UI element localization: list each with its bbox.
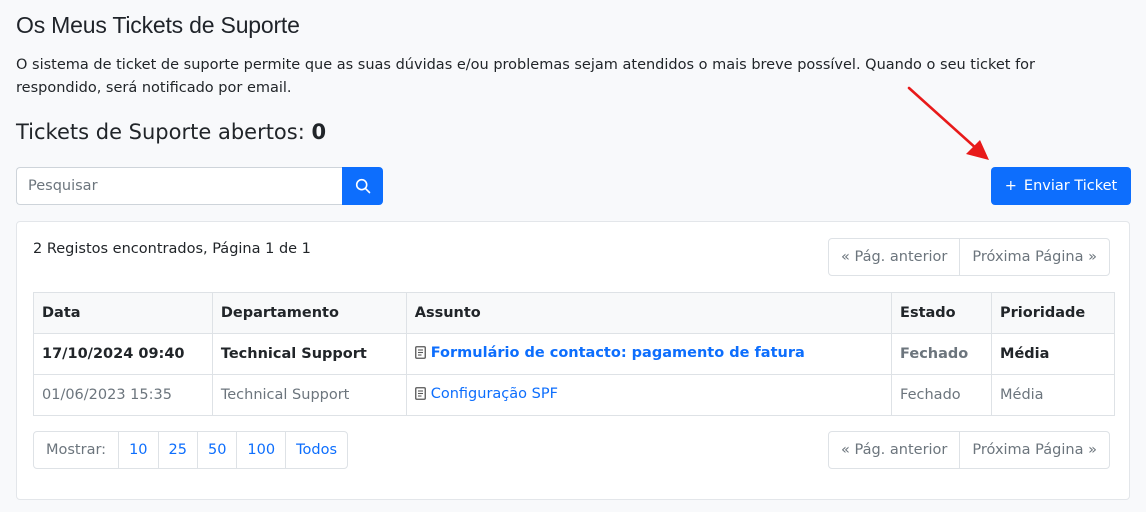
cell-priority: Média: [991, 374, 1115, 416]
header-priority[interactable]: Prioridade: [991, 292, 1115, 334]
next-page-button[interactable]: Próxima Página »: [959, 432, 1109, 468]
pagination-bottom: « Pág. anterior Próxima Página »: [828, 431, 1110, 469]
table-row[interactable]: 17/10/2024 09:40 Technical Support Formu…: [33, 333, 1115, 375]
header-date[interactable]: Data: [33, 292, 213, 334]
cell-status: Fechado: [891, 333, 993, 375]
table-header-row: Data Departamento Assunto Estado Priorid…: [33, 292, 1115, 334]
page-size-10[interactable]: 10: [118, 432, 157, 468]
cell-date: 01/06/2023 15:35: [33, 374, 213, 416]
cell-subject: Configuração SPF: [405, 374, 893, 416]
search-input[interactable]: [16, 167, 342, 205]
tickets-table: Data Departamento Assunto Estado Priorid…: [33, 292, 1115, 416]
ticket-link[interactable]: Formulário de contacto: pagamento de fat…: [414, 344, 805, 361]
page-size-25[interactable]: 25: [157, 432, 197, 468]
plus-icon: +: [1004, 178, 1017, 194]
ticket-subject: Formulário de contacto: pagamento de fat…: [430, 344, 805, 361]
header-department[interactable]: Departamento: [211, 292, 407, 334]
open-tickets-label: Tickets de Suporte abertos:: [16, 120, 305, 144]
page-size-all[interactable]: Todos: [285, 432, 347, 468]
send-ticket-label: Enviar Ticket: [1023, 178, 1118, 194]
search-button[interactable]: [342, 167, 383, 205]
page-size-label: Mostrar:: [46, 442, 107, 458]
page-title: Os Meus Tickets de Suporte: [16, 12, 300, 38]
records-summary: 2 Registos encontrados, Página 1 de 1: [33, 241, 311, 257]
cell-department: Technical Support: [211, 333, 407, 375]
cell-date: 17/10/2024 09:40: [33, 333, 213, 375]
send-ticket-button[interactable]: + Enviar Ticket: [991, 167, 1131, 205]
cell-department: Technical Support: [211, 374, 407, 416]
page-size-selector: Mostrar: 10 25 50 100 Todos: [33, 431, 349, 469]
red-arrow-annotation: [907, 86, 989, 160]
open-tickets-heading: Tickets de Suporte abertos: 0: [16, 120, 326, 144]
document-icon: [414, 346, 426, 360]
pagination-top: « Pág. anterior Próxima Página »: [828, 238, 1110, 276]
open-tickets-count: 0: [311, 120, 327, 144]
prev-page-button[interactable]: « Pág. anterior: [829, 432, 959, 468]
header-status[interactable]: Estado: [891, 292, 993, 334]
tickets-card: 2 Registos encontrados, Página 1 de 1 « …: [16, 221, 1130, 500]
ticket-subject: Configuração SPF: [430, 385, 558, 402]
ticket-link[interactable]: Configuração SPF: [414, 385, 558, 402]
next-page-button[interactable]: Próxima Página »: [959, 239, 1109, 275]
cell-subject: Formulário de contacto: pagamento de fat…: [405, 333, 893, 375]
cell-status: Fechado: [891, 374, 993, 416]
document-icon: [414, 387, 426, 401]
page-size-100[interactable]: 100: [236, 432, 285, 468]
header-subject[interactable]: Assunto: [405, 292, 893, 334]
table-row[interactable]: 01/06/2023 15:35 Technical Support Confi…: [33, 374, 1115, 416]
search-bar: [16, 167, 383, 205]
cell-priority: Média: [991, 333, 1115, 375]
page-size-50[interactable]: 50: [196, 432, 236, 468]
prev-page-button[interactable]: « Pág. anterior: [829, 239, 959, 275]
search-icon: [355, 178, 370, 194]
